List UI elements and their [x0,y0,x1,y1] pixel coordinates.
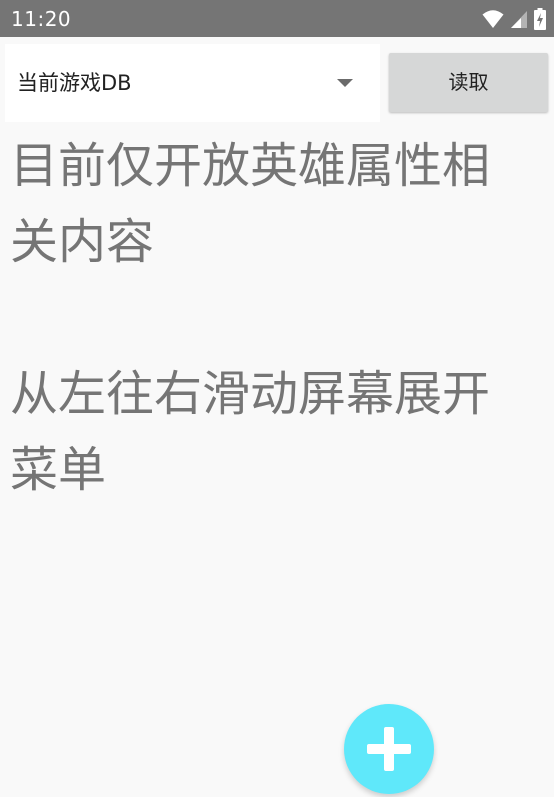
dropdown-arrow-icon [337,79,353,87]
read-button[interactable]: 读取 [389,53,548,112]
status-icons [482,7,546,31]
signal-icon [511,11,527,28]
status-time: 11:20 [11,7,72,31]
plus-icon [367,727,411,771]
add-fab-button[interactable] [344,704,434,794]
spinner-selected-value: 当前游戏DB [17,71,132,95]
game-db-spinner[interactable]: 当前游戏DB [5,44,380,122]
wifi-icon [482,10,504,28]
status-bar: 11:20 [0,0,554,37]
info-message: 目前仅开放英雄属性相关内容 从左往右滑动屏幕展开菜单 [10,138,491,498]
battery-charging-icon [534,8,546,30]
toolbar: 当前游戏DB 读取 [5,44,554,122]
